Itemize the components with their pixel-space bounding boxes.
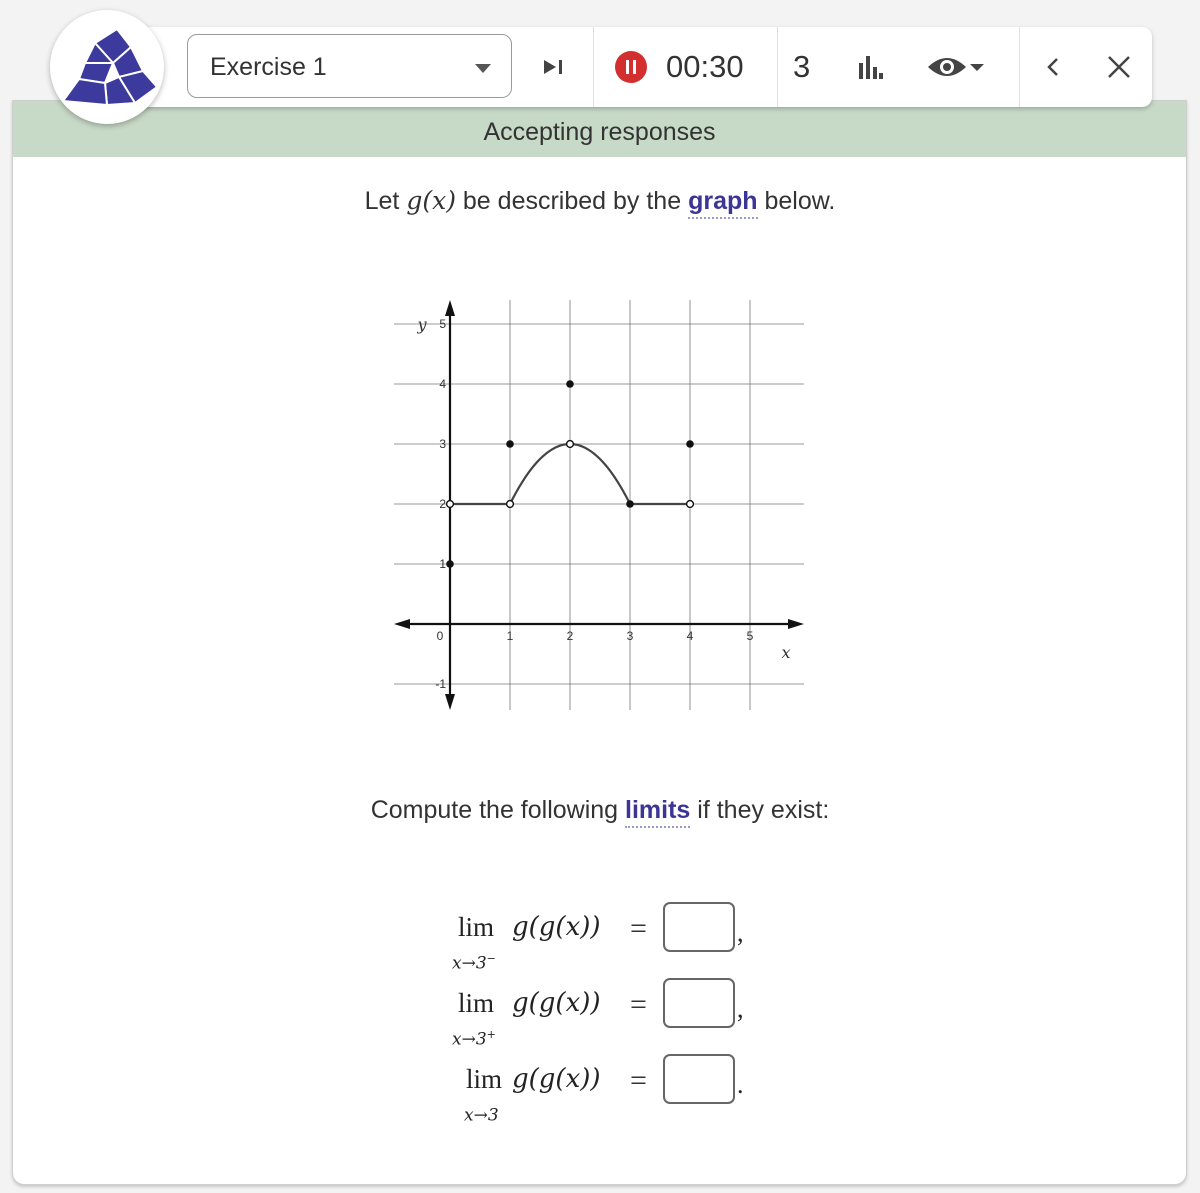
question-intro: Let g(x) be described by the graph below… — [0, 186, 1200, 219]
closed-point — [566, 380, 574, 388]
answer-input-right-limit[interactable] — [663, 978, 735, 1028]
x-tick-label: 0 — [437, 629, 444, 643]
lim-expression: g(g(x)) — [512, 912, 601, 942]
x-tick-label: 4 — [687, 629, 694, 643]
status-bar: Accepting responses — [13, 101, 1186, 157]
equals-sign: = — [630, 912, 647, 945]
closed-point — [506, 440, 514, 448]
lim-operator: lim — [458, 988, 495, 1018]
cube-net-logo-icon — [62, 28, 158, 106]
response-count: 3 — [793, 49, 811, 84]
punctuation: , — [737, 918, 744, 947]
punctuation: . — [737, 1070, 744, 1099]
lim-subscript: x→3+ — [452, 1028, 496, 1050]
y-axis-label: y — [416, 315, 427, 334]
bar-chart-icon — [859, 56, 883, 79]
eye-icon — [928, 58, 966, 76]
exercise-select[interactable]: Exercise 1 — [187, 34, 512, 98]
limits-term-link[interactable]: limits — [625, 796, 691, 828]
limit-row-left: lim x→3− g(g(x)) = , — [440, 902, 760, 984]
answer-input-left-limit[interactable] — [663, 902, 735, 952]
x-axis-label: x — [781, 643, 790, 662]
pause-button[interactable] — [613, 49, 649, 85]
lim-subscript: x→3− — [452, 952, 496, 974]
function-graph: 0 1 2 3 4 5 -1 1 2 3 4 5 y x — [380, 290, 820, 720]
exercise-select-value: Exercise 1 — [210, 53, 327, 81]
toolbar-divider — [1019, 27, 1020, 107]
lim-operator: lim — [458, 912, 495, 942]
next-step-button[interactable] — [528, 45, 578, 89]
lim-subscript: x→3 — [464, 1105, 499, 1126]
y-tick-label: 3 — [439, 437, 446, 451]
limit-row-two-sided: lim x→3 g(g(x)) = . — [440, 1054, 760, 1136]
function-g-of-x: g(x) — [406, 186, 456, 215]
open-point — [445, 499, 455, 509]
step-forward-icon — [544, 60, 562, 74]
status-text: Accepting responses — [483, 118, 716, 146]
chevron-down-icon — [970, 64, 984, 71]
lim-expression: g(g(x)) — [512, 1064, 601, 1094]
punctuation: , — [737, 994, 744, 1023]
limit-row-right: lim x→3+ g(g(x)) = , — [440, 978, 760, 1060]
closed-point — [446, 560, 454, 568]
stats-button[interactable] — [851, 48, 887, 86]
function-graph-svg: 0 1 2 3 4 5-112345yx — [394, 300, 804, 710]
y-tick-label: 5 — [439, 317, 446, 331]
closed-point — [626, 500, 634, 508]
equals-sign: = — [630, 988, 647, 1021]
equals-sign: = — [630, 1064, 647, 1097]
y-axis-arrow-down — [445, 694, 455, 710]
x-tick-label: 5 — [747, 629, 754, 643]
visibility-menu-button[interactable] — [920, 48, 992, 86]
compute-instruction: Compute the following limits if they exi… — [0, 796, 1200, 828]
open-point — [685, 499, 695, 509]
y-tick-label: 4 — [439, 377, 446, 391]
y-axis-arrow-up — [445, 300, 455, 316]
lim-expression: g(g(x)) — [512, 988, 601, 1018]
compute-text-before: Compute the following — [370, 796, 619, 824]
compute-text-after: if they exist: — [697, 796, 830, 824]
open-point — [505, 499, 515, 509]
x-tick-label: 3 — [627, 629, 634, 643]
answer-input-two-sided-limit[interactable] — [663, 1054, 735, 1104]
y-tick-label: 2 — [439, 497, 446, 511]
app-logo[interactable] — [50, 10, 164, 124]
lim-operator: lim — [466, 1064, 503, 1094]
x-axis-arrow-left — [394, 619, 410, 629]
chevron-left-icon — [1047, 58, 1058, 76]
intro-text-before: Let — [364, 187, 400, 215]
back-button[interactable] — [1035, 48, 1071, 86]
y-tick-label: -1 — [435, 677, 446, 691]
y-tick-label: 1 — [439, 557, 446, 571]
closed-point — [686, 440, 694, 448]
x-axis-arrow-right — [788, 619, 804, 629]
close-button[interactable] — [1098, 46, 1140, 88]
intro-text-after: below. — [764, 187, 836, 215]
close-icon — [1108, 56, 1130, 78]
graph-term-link[interactable]: graph — [688, 187, 758, 219]
toolbar-divider — [593, 27, 594, 107]
pause-icon — [615, 51, 647, 83]
timer: 00:30 — [666, 49, 744, 84]
toolbar-divider — [777, 27, 778, 107]
x-tick-label: 1 — [507, 629, 514, 643]
open-point — [565, 439, 575, 449]
chevron-down-icon — [475, 64, 491, 73]
x-tick-label: 2 — [567, 629, 574, 643]
intro-text-middle: be described by the — [462, 187, 682, 215]
